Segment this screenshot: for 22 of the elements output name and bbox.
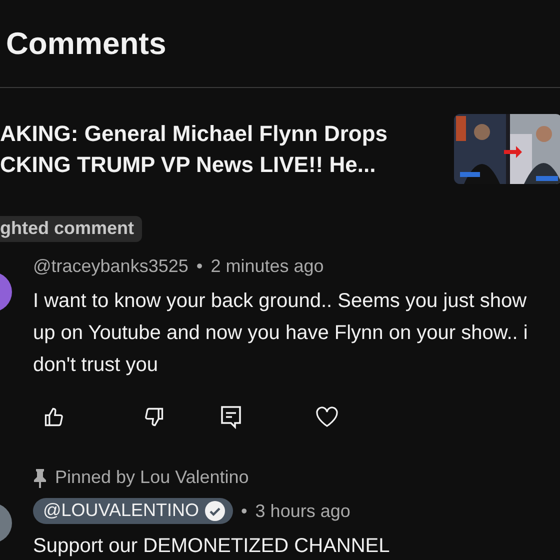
page-title: Comments: [0, 0, 560, 88]
reply-icon: [220, 405, 242, 429]
verified-icon: [204, 500, 225, 520]
separator-dot: •: [240, 500, 248, 522]
heart-icon: [315, 406, 339, 428]
comment-time: 2 minutes ago: [210, 256, 324, 277]
thumbs-down-icon: [143, 406, 165, 428]
comment-author[interactable]: @traceybanks3525: [33, 256, 188, 277]
video-title[interactable]: AKING: General Michael Flynn Drops CKING TRUMP VP News LIVE!! He...: [0, 118, 388, 180]
highlighted-comment-label: ghted comment: [0, 216, 142, 242]
dislike-button[interactable]: [143, 406, 165, 428]
author-badge[interactable]: @LOUVALENTINO: [33, 498, 233, 524]
thumbs-up-icon: [43, 406, 65, 428]
like-button[interactable]: [43, 406, 65, 428]
comment-time: 3 hours ago: [255, 500, 350, 522]
reply-button[interactable]: [220, 405, 242, 429]
separator-dot: •: [196, 256, 203, 277]
comment-text: I want to know your back ground.. Seems you just show up on Youtube and now you have Flynn on your show.. i don't trust you: [33, 289, 529, 378]
pinned-label: Pinned by Lou Valentino: [55, 467, 249, 488]
comment-text: Support our DEMONETIZED CHANNEL: [33, 534, 391, 559]
heart-button[interactable]: [315, 406, 339, 428]
pin-icon: [33, 468, 47, 488]
